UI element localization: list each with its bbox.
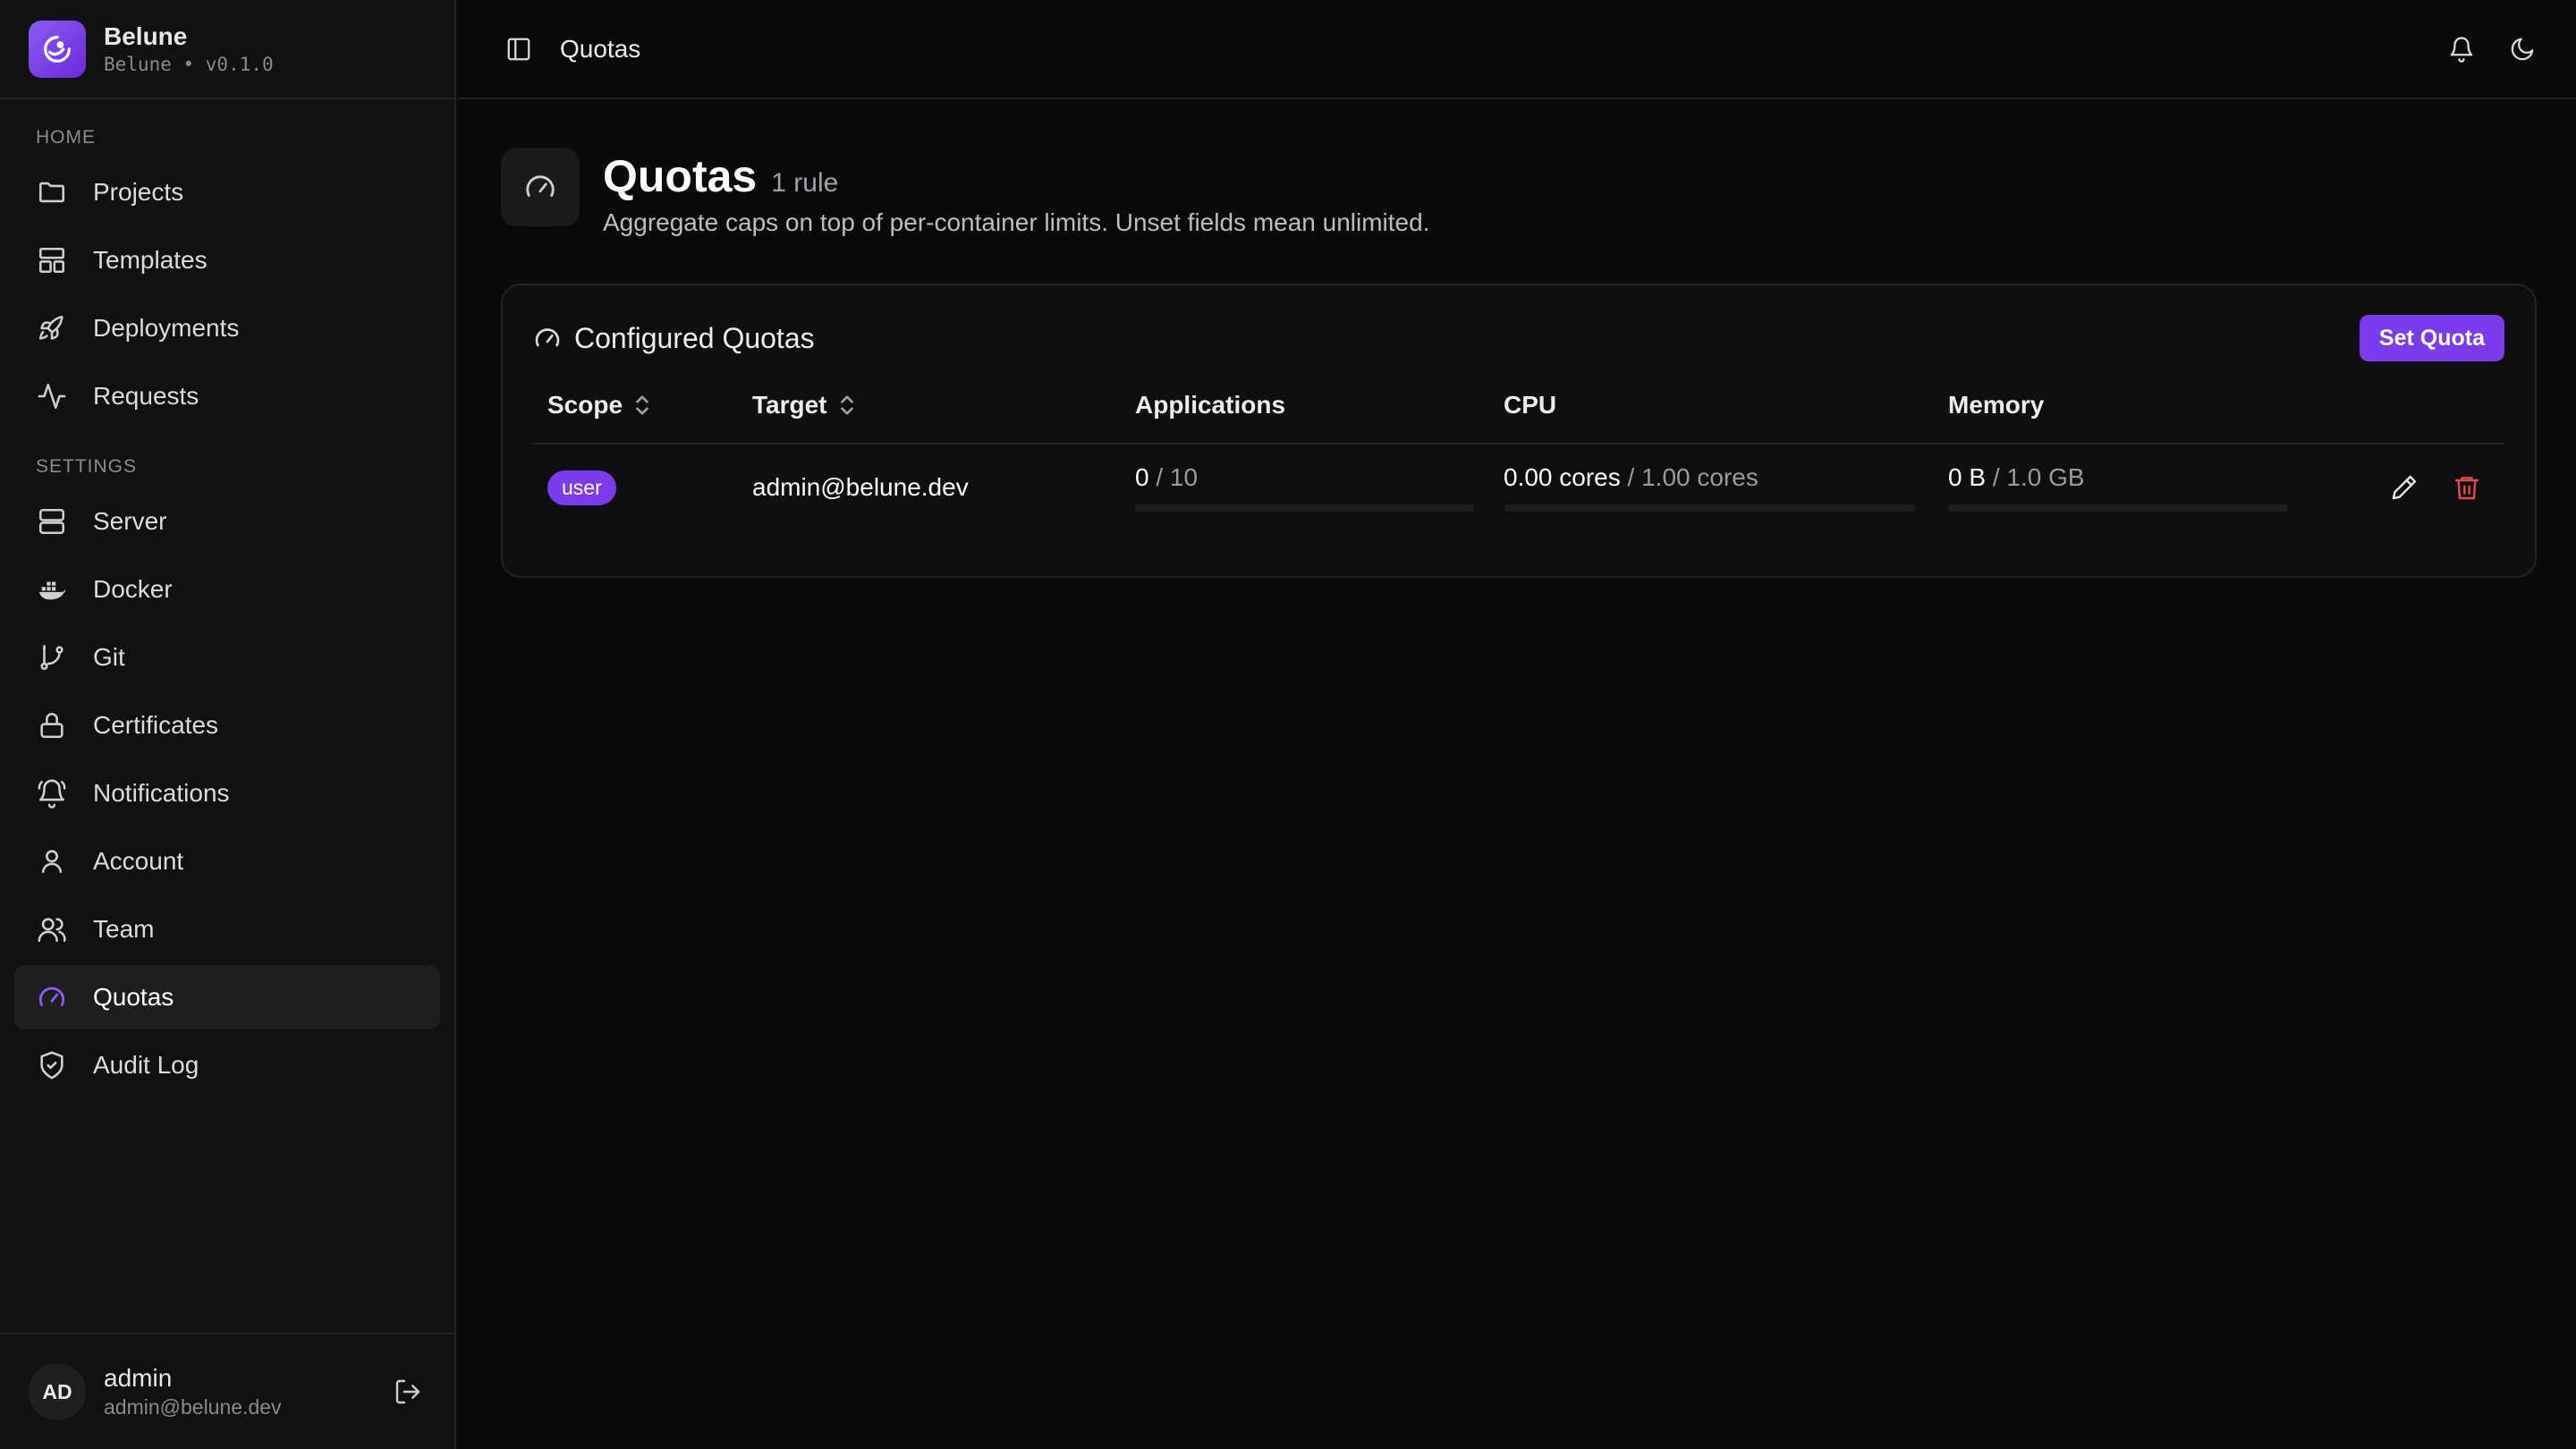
sidebar-item-account[interactable]: Account [14,829,440,894]
layout-icon [36,244,68,276]
lock-icon [36,709,68,741]
gauge-icon [36,981,68,1013]
sidebar: Belune Belune • v0.1.0 HOME Projects Tem… [0,0,456,1449]
section-label-home: HOME [36,127,96,148]
applications-usage-bar [1135,504,1475,512]
sidebar-item-label: Docker [93,575,173,603]
sidebar-item-audit-log[interactable]: Audit Log [14,1033,440,1097]
docker-icon [36,573,68,606]
memory-limit: / 1.0 GB [1992,463,2085,491]
gauge-icon [501,148,580,226]
brand-name: Belune [104,21,188,50]
server-icon [36,505,68,538]
brand-logo-icon [29,20,86,78]
edit-pencil-icon[interactable] [2386,470,2422,505]
scope-cell: user [533,470,738,505]
rocket-icon [36,312,68,344]
page-title: Quotas [603,151,758,201]
page-description: Aggregate caps on top of per-container l… [603,208,1430,236]
user-icon [36,845,68,877]
page-header: Quotas 1 rule Aggregate caps on top of p… [501,148,2535,237]
sidebar-item-label: Notifications [93,779,230,807]
logout-icon[interactable] [390,1374,426,1410]
users-icon [36,913,68,945]
git-branch-icon [36,641,68,674]
sidebar-toggle-icon[interactable] [501,31,537,67]
user-name: admin [104,1364,173,1392]
sidebar-item-requests[interactable]: Requests [14,364,440,428]
breadcrumb: Quotas [560,34,641,63]
memory-usage-bar [1948,504,2288,512]
sidebar-item-label: Certificates [93,711,219,739]
cpu-usage-bar [1504,504,1915,512]
bell-icon[interactable] [2444,31,2479,67]
activity-icon [36,380,68,412]
sidebar-item-notifications[interactable]: Notifications [14,761,440,826]
sidebar-item-certificates[interactable]: Certificates [14,693,440,758]
sidebar-item-templates[interactable]: Templates [14,228,440,292]
column-header-scope[interactable]: Scope [533,391,738,419]
main-content: Quotas 1 rule Aggregate caps on top of p… [458,101,2576,1449]
brand-version: Belune • v0.1.0 [104,53,274,75]
avatar[interactable]: AD [29,1363,86,1420]
set-quota-button[interactable]: Set Quota [2359,315,2504,361]
sidebar-item-projects[interactable]: Projects [14,160,440,225]
scope-badge: user [547,470,616,505]
brand[interactable]: Belune Belune • v0.1.0 [0,0,454,99]
rule-count: 1 rule [771,168,839,198]
configured-quotas-card: Configured Quotas Set Quota Scope Target… [501,284,2537,578]
column-header-memory: Memory [1948,391,2045,419]
applications-limit: / 10 [1156,463,1199,491]
applications-used: 0 [1135,463,1149,491]
sort-icon[interactable] [838,394,856,417]
sidebar-item-git[interactable]: Git [14,625,440,690]
column-header-applications: Applications [1135,391,1286,419]
sidebar-item-server[interactable]: Server [14,489,440,554]
sidebar-item-label: Projects [93,178,184,206]
section-label-settings: SETTINGS [36,456,138,477]
sidebar-item-label: Requests [93,382,199,410]
sidebar-item-docker[interactable]: Docker [14,557,440,622]
applications-cell: 0 / 10 [1121,463,1489,512]
sidebar-item-label: Account [93,847,184,875]
target-cell: admin@belune.dev [738,473,1121,502]
user-email: admin@belune.dev [104,1395,282,1419]
target-value: admin@belune.dev [752,473,969,501]
folder-icon [36,176,68,208]
moon-icon[interactable] [2504,31,2540,67]
sidebar-item-label: Deployments [93,314,240,342]
memory-used: 0 B [1948,463,1987,491]
cpu-cell: 0.00 cores / 1.00 cores [1489,463,1934,512]
sidebar-item-deployments[interactable]: Deployments [14,296,440,360]
column-header-cpu: CPU [1504,391,1557,419]
sidebar-item-team[interactable]: Team [14,897,440,962]
sidebar-nav: HOME Projects Templates Deployments Requ… [0,99,454,1333]
sidebar-item-label: Templates [93,246,208,274]
sidebar-item-label: Audit Log [93,1051,199,1079]
sort-icon[interactable] [633,394,651,417]
shield-check-icon [36,1049,68,1081]
top-bar: Quotas [458,0,2576,99]
delete-trash-icon[interactable] [2449,470,2485,505]
column-header-target[interactable]: Target [738,391,1121,419]
bell-ring-icon [36,777,68,809]
sidebar-item-label: Team [93,915,155,943]
memory-cell: 0 B / 1.0 GB [1934,463,2309,512]
row-actions [2309,470,2504,505]
table-row: user admin@belune.dev 0 / 10 0.00 cores … [533,445,2504,530]
gauge-icon [533,324,562,352]
table-header: Scope Target Applications CPU Memory [533,368,2504,445]
cpu-limit: / 1.00 cores [1627,463,1758,491]
sidebar-item-quotas[interactable]: Quotas [14,965,440,1030]
cpu-used: 0.00 cores [1504,463,1621,491]
user-profile: AD admin admin@belune.dev [0,1333,454,1449]
sidebar-item-label: Server [93,507,167,535]
sidebar-item-label: Git [93,643,125,671]
sidebar-item-label: Quotas [93,983,174,1011]
card-title: Configured Quotas [574,321,815,354]
